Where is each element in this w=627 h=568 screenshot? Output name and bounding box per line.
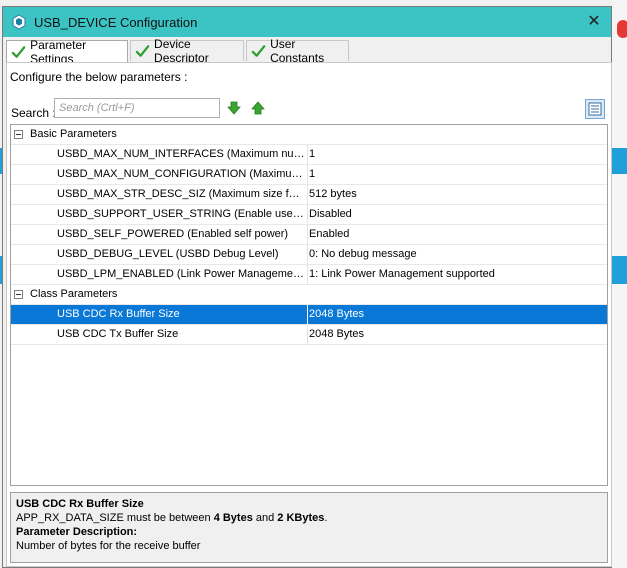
param-name: USBD_SELF_POWERED (Enabled self power) [57,228,289,240]
table-row-selected[interactable]: USB CDC Rx Buffer Size 2048 Bytes [11,305,607,325]
param-value[interactable]: Enabled [309,228,605,240]
column-divider [307,165,308,185]
search-input[interactable] [54,98,220,118]
param-value[interactable]: 512 bytes [309,188,605,200]
param-value[interactable]: Disabled [309,208,605,220]
tab-label: Device Descriptor [154,37,209,65]
background-app-bar [612,256,627,284]
table-row[interactable]: USBD_MAX_STR_DESC_SIZ (Maximum size for … [11,185,607,205]
list-view-icon [588,102,602,116]
param-value[interactable]: 0: No debug message [309,248,605,260]
table-row[interactable]: USBD_LPM_ENABLED (Link Power Management)… [11,265,607,285]
constraint-suffix: . [324,512,328,524]
column-divider [307,145,308,165]
group-label: Basic Parameters [30,128,117,140]
column-divider [307,265,308,285]
parameter-settings-panel: Configure the below parameters : Search … [6,62,612,567]
collapse-icon[interactable] [14,290,23,299]
column-divider [307,325,308,345]
tab-user-constants[interactable]: User Constants [246,37,349,65]
list-view-button[interactable] [585,99,605,119]
param-value[interactable]: 2048 Bytes [309,308,605,320]
constraint-min: 4 Bytes [213,512,253,524]
table-row[interactable]: USB CDC Tx Buffer Size 2048 Bytes [11,325,607,345]
arrow-down-green-icon[interactable] [227,101,241,115]
table-row[interactable]: USBD_DEBUG_LEVEL (USBD Debug Level) 0: N… [11,245,607,265]
param-description-label: Parameter Description: [16,526,138,538]
constraint-prefix: APP_RX_DATA_SIZE must be between [16,512,214,524]
green-check-icon [11,46,26,58]
search-label: Search : [11,106,56,120]
tab-bar: Parameter Settings Device Descriptor Use… [6,37,612,66]
constraint-max: 2 KBytes [277,512,325,524]
background-app [612,0,627,568]
title-bar[interactable]: USB_DEVICE Configuration ✕ [3,7,611,37]
tab-device-descriptor[interactable]: Device Descriptor [130,37,244,65]
column-divider [307,225,308,245]
background-app-bar [612,148,627,174]
arrow-up-green-icon[interactable] [251,101,265,115]
param-name: USB CDC Rx Buffer Size [57,308,180,320]
green-check-icon [135,45,150,57]
usb-device-configuration-dialog: USB_DEVICE Configuration ✕ Parameter Set… [2,6,612,568]
parameter-table: Basic Parameters USBD_MAX_NUM_INTERFACES… [10,124,608,486]
green-check-icon [251,45,266,57]
table-row[interactable]: USBD_SUPPORT_USER_STRING (Enable user st… [11,205,607,225]
table-row[interactable]: USBD_SELF_POWERED (Enabled self power) E… [11,225,607,245]
param-name: USBD_LPM_ENABLED (Link Power Management) [57,268,305,280]
param-name: USB CDC Tx Buffer Size [57,328,179,340]
column-divider [307,185,308,205]
group-basic-parameters[interactable]: Basic Parameters [11,125,607,145]
column-divider [307,245,308,265]
param-name: USBD_DEBUG_LEVEL (USBD Debug Level) [57,248,279,260]
group-class-parameters[interactable]: Class Parameters [11,285,607,305]
configure-label: Configure the below parameters : [10,70,188,84]
tab-parameter-settings[interactable]: Parameter Settings [6,38,128,66]
param-value[interactable]: 1 [309,168,605,180]
tab-label: User Constants [270,37,325,65]
collapse-icon[interactable] [14,130,23,139]
description-constraint: APP_RX_DATA_SIZE must be between 4 Bytes… [16,511,602,525]
window-title: USB_DEVICE Configuration [34,15,198,30]
param-name: USBD_MAX_NUM_INTERFACES (Maximum numbe..… [57,148,305,160]
param-name: USBD_MAX_STR_DESC_SIZ (Maximum size for … [57,188,305,200]
param-value[interactable]: 1: Link Power Management supported [309,268,605,280]
close-icon: ✕ [587,11,601,30]
param-value[interactable]: 1 [309,148,605,160]
description-title: USB CDC Rx Buffer Size [16,498,144,510]
param-value[interactable]: 2048 Bytes [309,328,605,340]
column-divider [307,205,308,225]
param-name: USBD_SUPPORT_USER_STRING (Enable user st… [57,208,305,220]
param-description-text: Number of bytes for the receive buffer [16,540,201,552]
column-divider [307,305,308,325]
stm32cube-icon [12,14,26,30]
background-app-indicator [617,20,627,38]
close-button[interactable]: ✕ [585,12,603,30]
parameter-description-box: USB CDC Rx Buffer Size APP_RX_DATA_SIZE … [10,492,608,563]
constraint-and: and [252,512,278,524]
group-label: Class Parameters [30,288,118,300]
table-row[interactable]: USBD_MAX_NUM_CONFIGURATION (Maximum n...… [11,165,607,185]
param-name: USBD_MAX_NUM_CONFIGURATION (Maximum n... [57,168,305,180]
table-row[interactable]: USBD_MAX_NUM_INTERFACES (Maximum numbe..… [11,145,607,165]
